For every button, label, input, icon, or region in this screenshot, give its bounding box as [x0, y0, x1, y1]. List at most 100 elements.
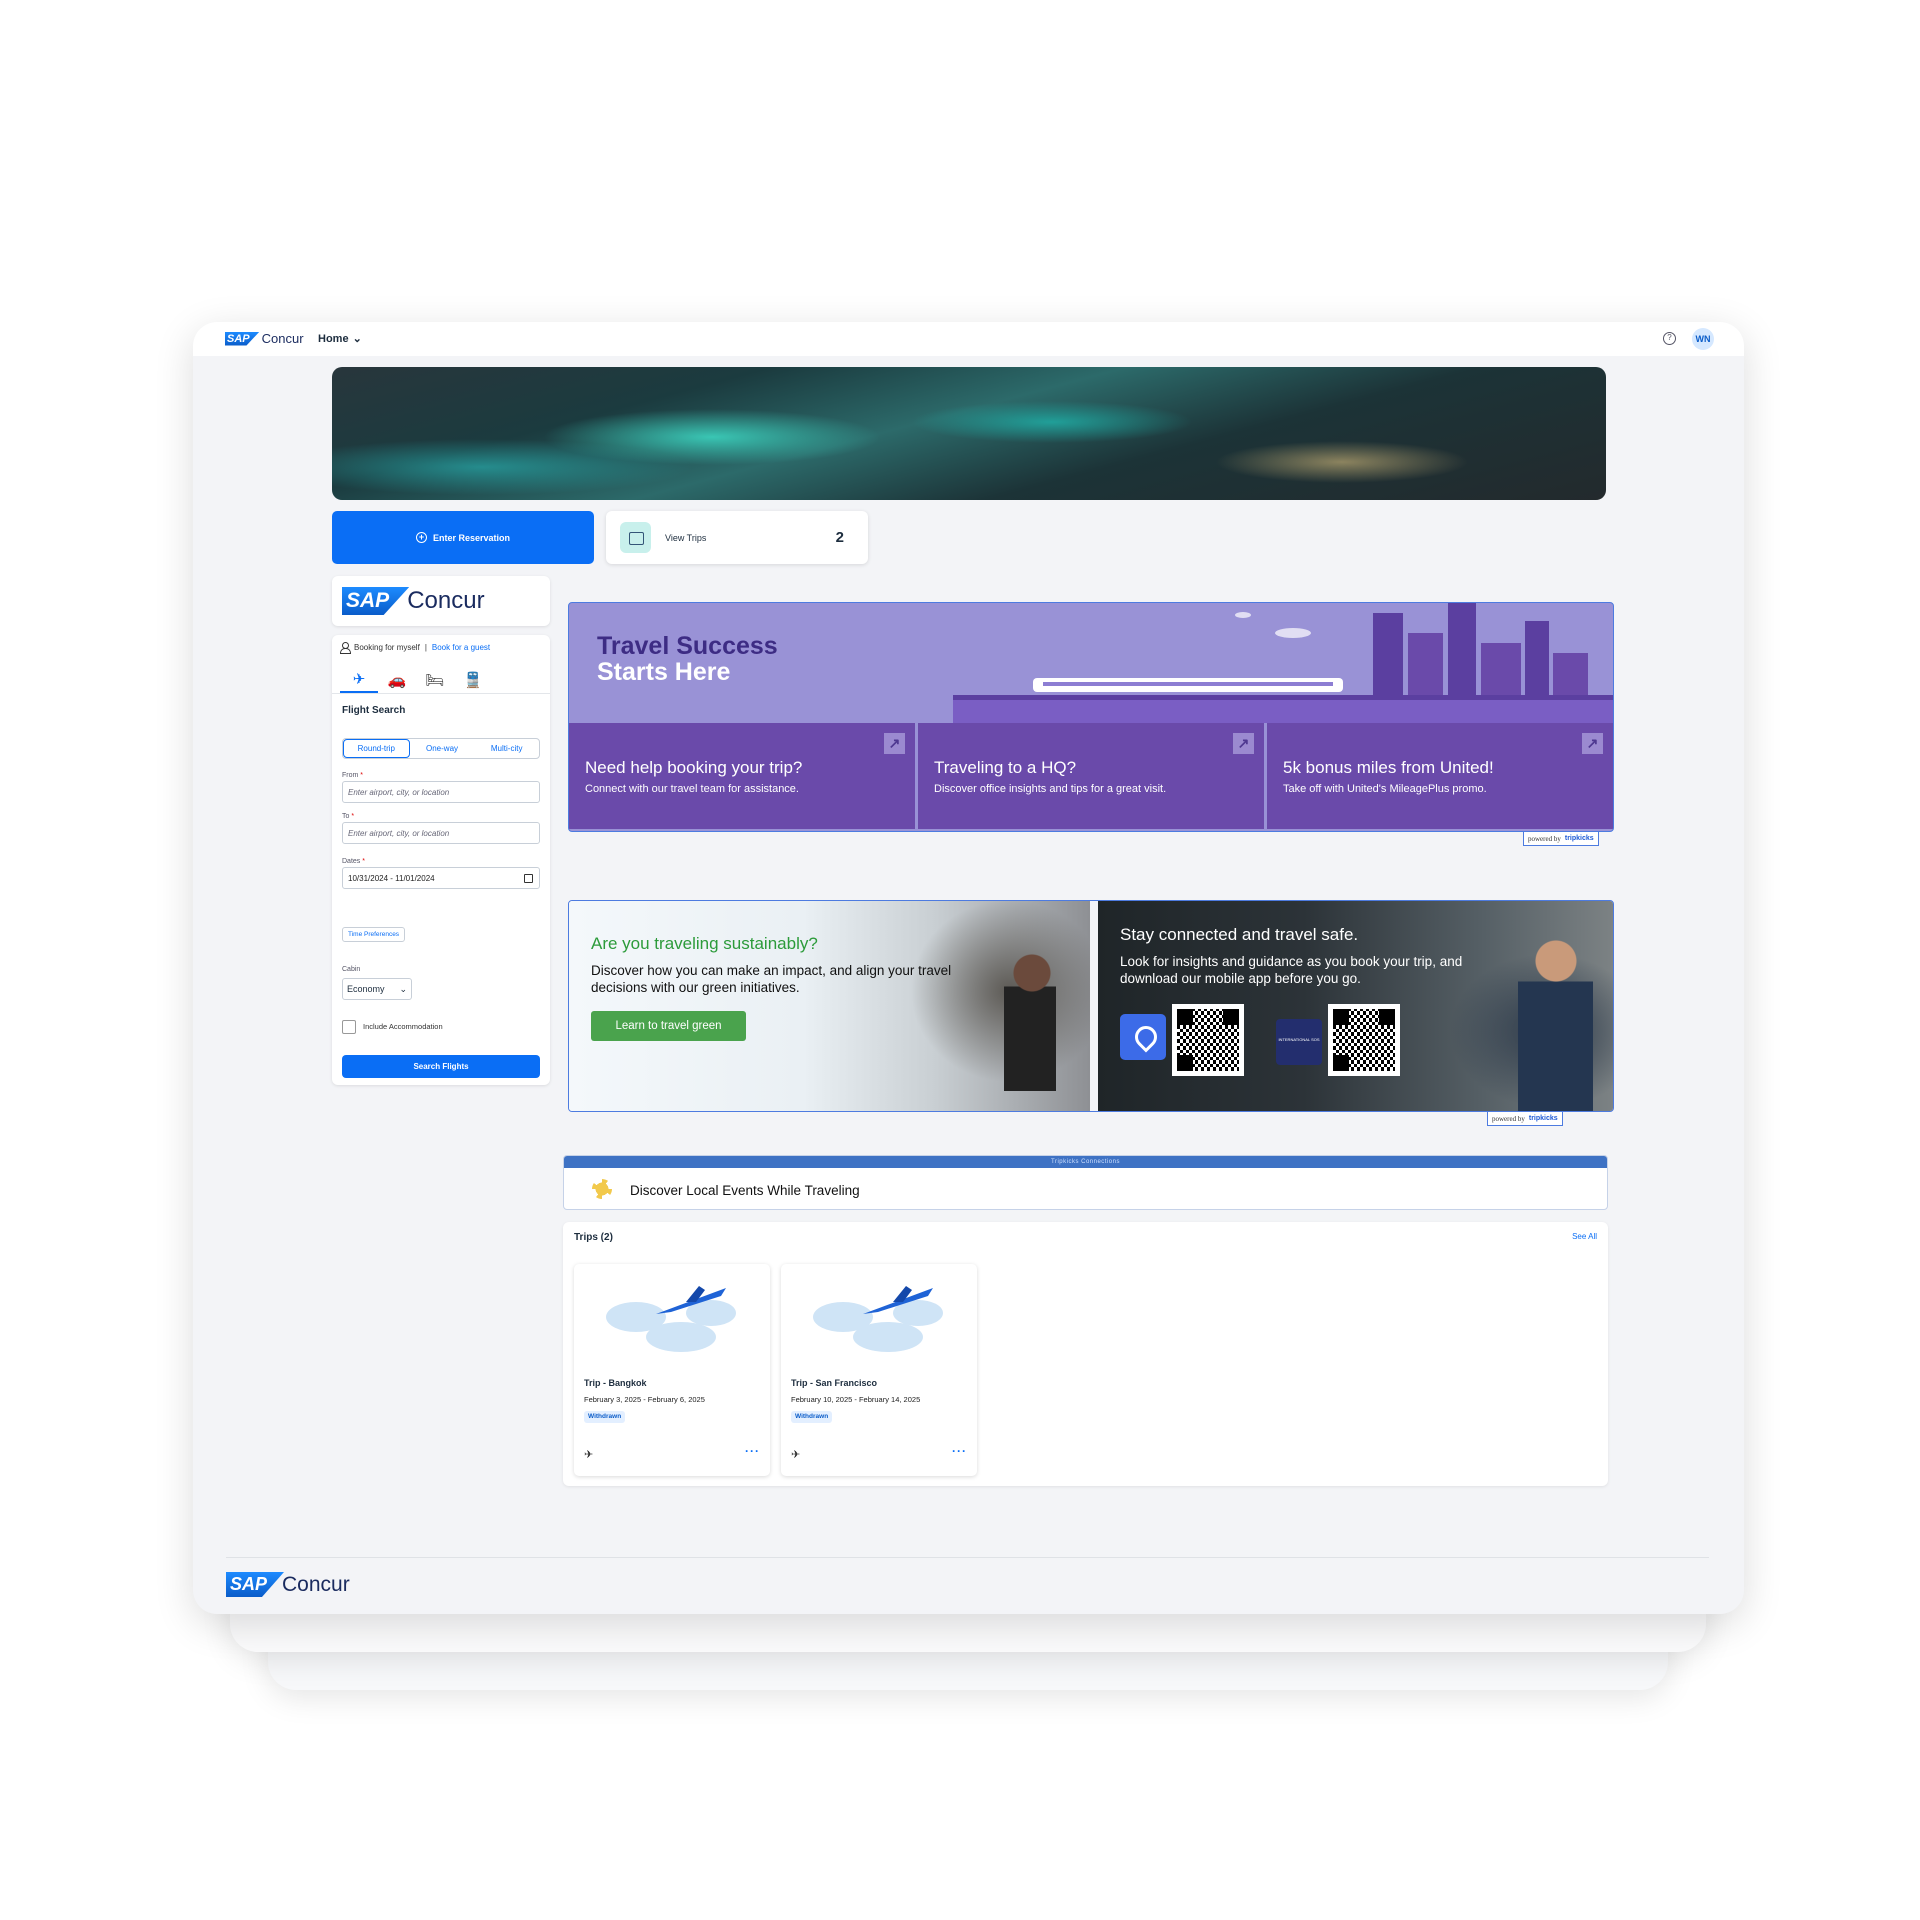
tripkicks-logo: tripkicks [1528, 1115, 1558, 1122]
suitcase-icon [620, 522, 651, 553]
trip-type-multi-city[interactable]: Multi-city [474, 739, 539, 758]
help-icon[interactable]: ? [1663, 332, 1676, 345]
businesswoman-photo [1004, 951, 1056, 1091]
dates-label: Dates * [342, 858, 365, 865]
hero-banner-image [332, 367, 1606, 500]
trip-type-round-trip[interactable]: Round-trip [343, 739, 410, 758]
chevron-down-icon: ⌄ [399, 984, 407, 994]
view-trips-label: View Trips [665, 532, 707, 543]
from-label: From * [342, 772, 364, 779]
top-navigation-bar: SAP Concur Home ⌄ ? WN [193, 322, 1744, 356]
sap-logo-mark: SAP [342, 587, 410, 615]
trip-name: Trip - Bangkok [584, 1378, 647, 1388]
from-input[interactable]: Enter airport, city, or location [342, 781, 540, 803]
airplane-icon: ✈ [584, 1449, 594, 1461]
cabin-value: Economy [347, 984, 385, 994]
view-trips-card[interactable]: View Trips 2 [606, 511, 868, 564]
flight-search-panel: Booking for myself | Book for a guest ✈ … [332, 635, 550, 1085]
travel-safe-text: Look for insights and guidance as you bo… [1120, 954, 1463, 986]
calendar-icon[interactable] [524, 874, 533, 883]
time-preferences-button[interactable]: Time Preferences [342, 927, 406, 942]
sap-concur-logo[interactable]: SAP Concur [225, 331, 304, 346]
sun-icon [592, 1179, 612, 1199]
app-window: SAP Concur Home ⌄ ? WN + Enter Reservati… [193, 322, 1744, 1614]
travel-mode-tabs: ✈ 🚗 🛏 🚆 [340, 667, 492, 693]
separator: | [424, 642, 427, 652]
flight-search-heading: Flight Search [342, 705, 406, 716]
enter-reservation-button[interactable]: + Enter Reservation [332, 511, 594, 564]
trip-type-selector: Round-trip One-way Multi-city [342, 738, 540, 759]
sap-logo-mark: SAP [226, 1572, 285, 1597]
company-logo-tile: SAP Concur [332, 576, 550, 626]
travel-safe-panel: Stay connected and travel safe. Look for… [1098, 901, 1613, 1111]
include-accommodation-checkbox[interactable] [342, 1020, 356, 1034]
to-input[interactable]: Enter airport, city, or location [342, 822, 540, 844]
external-arrow-icon: ↗ [1233, 733, 1254, 754]
see-all-link[interactable]: See All [1572, 1232, 1597, 1241]
external-arrow-icon: ↗ [884, 733, 905, 754]
flight-train-icon[interactable]: ✈ [340, 667, 378, 693]
trip-card[interactable]: Trip - San Francisco February 10, 2025 -… [781, 1264, 977, 1476]
trip-dates: February 3, 2025 - February 6, 2025 [584, 1395, 705, 1404]
powered-by-tripkicks[interactable]: powered by tripkicks [1487, 1112, 1563, 1126]
chevron-down-icon: ⌄ [352, 333, 362, 345]
trip-dates: February 10, 2025 - February 14, 2025 [791, 1395, 921, 1404]
home-menu-label: Home [318, 332, 349, 345]
learn-travel-green-button[interactable]: Learn to travel green [591, 1011, 746, 1041]
promo-card-hq[interactable]: ↗ Traveling to a HQ? Discover office ins… [918, 723, 1264, 829]
international-sos-icon: INTERNATIONAL SOS [1276, 1019, 1322, 1065]
events-header-strip: Tripkicks Connections [564, 1156, 1607, 1168]
promo-card-booking-help[interactable]: ↗ Need help booking your trip? Connect w… [569, 723, 915, 829]
trips-heading: Trips (2) [574, 1232, 613, 1243]
powered-by-tripkicks[interactable]: powered by tripkicks [1523, 832, 1599, 846]
traveler-photo [1518, 931, 1593, 1111]
trips-panel: Trips (2) See All Trip - Bangkok Februar… [563, 1222, 1608, 1486]
to-label: To * [342, 813, 355, 820]
book-for-guest-link[interactable]: Book for a guest [432, 643, 490, 652]
rail-icon[interactable]: 🚆 [454, 667, 492, 693]
airplane-icon: ✈ [791, 1449, 801, 1461]
trip-name: Trip - San Francisco [791, 1378, 878, 1388]
more-options-icon[interactable]: ··· [952, 1444, 967, 1458]
car-icon[interactable]: 🚗 [378, 667, 416, 693]
qr-code-icon[interactable] [1172, 1004, 1244, 1076]
sustainability-safety-promo: Are you traveling sustainably? Discover … [568, 900, 1614, 1112]
concur-wordmark: Concur [282, 1572, 350, 1596]
home-menu[interactable]: Home ⌄ [318, 332, 362, 346]
qr-code-icon[interactable] [1328, 1004, 1400, 1076]
more-options-icon[interactable]: ··· [745, 1444, 760, 1458]
travel-success-promo: Travel Success Starts Here ↗ Need help b… [568, 602, 1614, 832]
booking-for-label: Booking for myself [354, 642, 420, 652]
sap-logo-mark: SAP [225, 331, 260, 346]
trips-count: 2 [835, 529, 844, 546]
add-circle-icon: + [415, 532, 427, 543]
concur-wordmark: Concur [261, 331, 304, 346]
travel-safe-title: Stay connected and travel safe. [1120, 925, 1359, 944]
hotel-icon[interactable]: 🛏 [416, 667, 454, 693]
promo-card-united[interactable]: ↗ 5k bonus miles from United! Take off w… [1267, 723, 1613, 829]
promo-card-row: ↗ Need help booking your trip? Connect w… [569, 723, 1613, 829]
footer-logo: SAP Concur [226, 1572, 350, 1597]
trip-type-one-way[interactable]: One-way [410, 739, 475, 758]
divider [332, 693, 550, 694]
user-avatar[interactable]: WN [1692, 328, 1714, 350]
cabin-select[interactable]: Economy ⌄ [342, 978, 412, 1000]
enter-reservation-label: Enter Reservation [432, 532, 511, 543]
search-flights-button[interactable]: Search Flights [342, 1055, 540, 1078]
dates-input[interactable]: 10/31/2024 - 11/01/2024 [342, 867, 540, 889]
status-badge: Withdrawn [584, 1411, 626, 1423]
include-accommodation-label: Include Accommodation [363, 1022, 443, 1031]
promo-title: Travel Success Starts Here [597, 632, 778, 686]
airplane-clouds-illustration [813, 1282, 945, 1354]
external-arrow-icon: ↗ [1582, 733, 1603, 754]
concur-wordmark: Concur [407, 587, 485, 614]
mobile-app-icon [1120, 1014, 1166, 1060]
sustainability-title: Are you traveling sustainably? [591, 934, 818, 953]
cabin-label: Cabin [342, 966, 361, 973]
sustainability-panel: Are you traveling sustainably? Discover … [569, 901, 1090, 1111]
footer-divider [226, 1557, 1709, 1558]
local-events-banner[interactable]: Tripkicks Connections Discover Local Eve… [563, 1155, 1608, 1210]
trip-card[interactable]: Trip - Bangkok February 3, 2025 - Februa… [574, 1264, 770, 1476]
sustainability-text: Discover how you can make an impact, and… [591, 963, 952, 995]
dates-value: 10/31/2024 - 11/01/2024 [348, 874, 435, 883]
